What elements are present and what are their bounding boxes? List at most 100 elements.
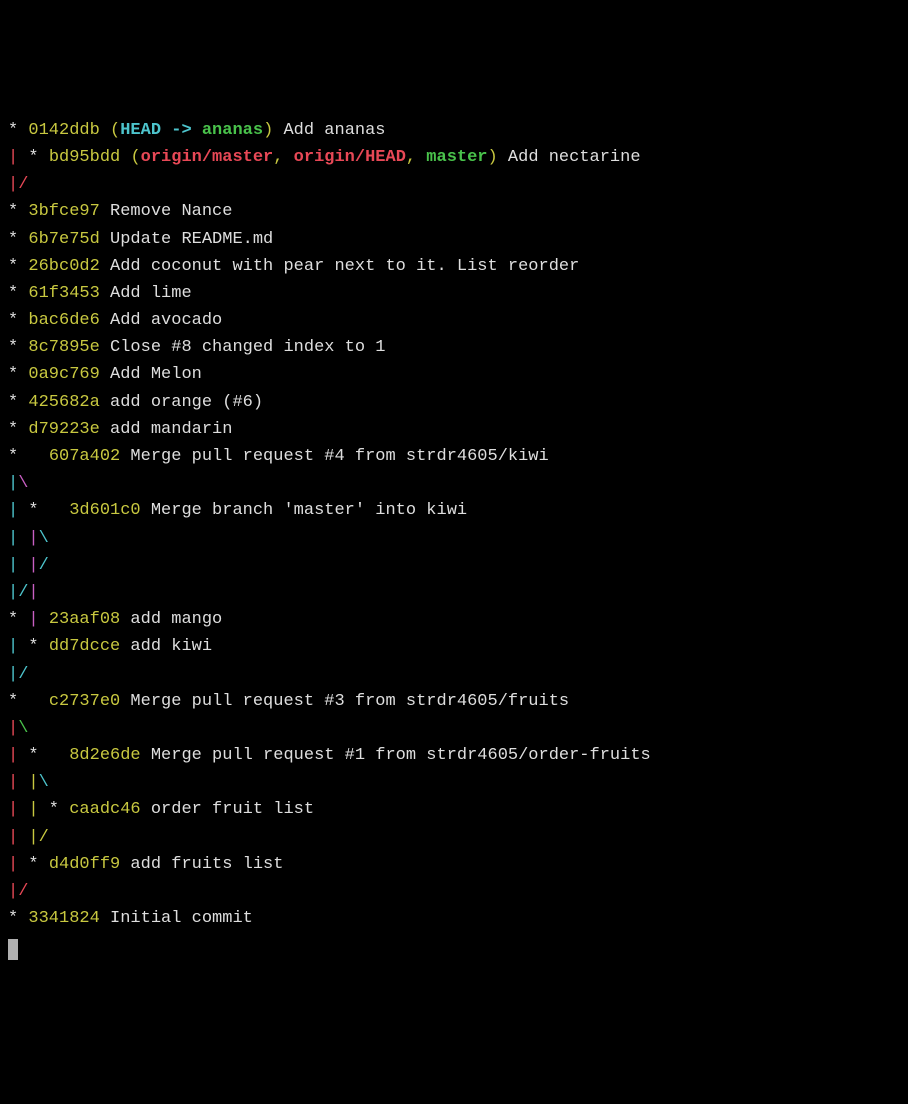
git-log-line: * 3341824 Initial commit [8,905,900,932]
git-log-segment: d4d0ff9 [49,855,120,874]
git-log-line: | * bd95bdd (origin/master, origin/HEAD,… [8,144,900,171]
git-log-segment [39,610,49,629]
git-log-segment: Close #8 changed index to 1 [100,338,386,357]
git-log-line: |/ [8,171,900,198]
git-log-line: | |/ [8,552,900,579]
git-log-segment [18,800,28,819]
git-log-line: | |\ [8,769,900,796]
git-log-segment: add mango [120,610,222,629]
git-log-segment: * [8,121,28,140]
git-log-segment: Add ananas [273,121,385,140]
git-log-segment: / [18,665,28,684]
git-log-segment: * [8,230,28,249]
git-log-segment: | [28,529,38,548]
git-log-segment: | [8,719,18,738]
git-log-segment: add orange (#6) [100,393,263,412]
git-log-segment: | [28,773,38,792]
git-log-segment: * [8,202,28,221]
git-log-segment [18,773,28,792]
git-log-segment: * [39,800,70,819]
git-log-segment: Update README.md [100,230,273,249]
git-log-segment: 3341824 [28,909,99,928]
git-log-line: | * dd7dcce add kiwi [8,633,900,660]
git-log-segment: 607a402 [49,447,120,466]
git-log-line: |\ [8,470,900,497]
git-log-segment: | [28,583,38,602]
git-log-segment: | [8,474,18,493]
git-log-segment: / [39,828,49,847]
git-log-line: | * d4d0ff9 add fruits list [8,851,900,878]
git-log-segment: 8c7895e [28,338,99,357]
git-log-segment: \ [39,529,49,548]
git-log-segment: 3d601c0 [69,501,140,520]
git-log-segment: \ [18,719,28,738]
git-log-segment: add mandarin [100,420,233,439]
git-log-segment: * [18,148,49,167]
git-log-segment: * [8,365,28,384]
git-log-graph: * 0142ddb (HEAD -> ananas) Add ananas| *… [8,117,900,960]
git-log-line: * | 23aaf08 add mango [8,606,900,633]
git-log-segment: * [18,855,49,874]
git-log-segment: * [8,692,49,711]
git-log-line: * 61f3453 Add lime [8,280,900,307]
git-log-segment: \ [39,773,49,792]
git-log-segment: | [28,828,38,847]
git-log-segment: 6b7e75d [28,230,99,249]
git-log-line: | * 8d2e6de Merge pull request #1 from s… [8,742,900,769]
git-log-line: |\ [8,715,900,742]
git-log-segment: ) [488,148,498,167]
git-log-segment: origin/HEAD [294,148,406,167]
git-log-segment: 425682a [28,393,99,412]
git-log-segment: , [273,148,293,167]
git-log-segment: * [8,311,28,330]
git-log-line: * 26bc0d2 Add coconut with pear next to … [8,253,900,280]
git-log-line: * 607a402 Merge pull request #4 from str… [8,443,900,470]
git-log-segment: d79223e [28,420,99,439]
git-log-segment: 26bc0d2 [28,257,99,276]
git-log-segment: Merge pull request #3 from strdr4605/fru… [120,692,569,711]
git-log-segment: / [18,583,28,602]
git-log-segment: bac6de6 [28,311,99,330]
git-log-segment: Initial commit [100,909,253,928]
git-log-segment: | [28,556,38,575]
git-log-line: * 425682a add orange (#6) [8,389,900,416]
git-log-segment: Merge pull request #4 from strdr4605/kiw… [120,447,548,466]
git-log-line: |/ [8,661,900,688]
git-log-line: |/| [8,579,900,606]
git-log-segment: | [8,148,18,167]
git-log-segment: add kiwi [120,637,212,656]
git-log-segment: | [8,773,18,792]
git-log-segment [18,828,28,847]
git-log-line: | |/ [8,824,900,851]
git-log-line: * c2737e0 Merge pull request #3 from str… [8,688,900,715]
git-log-segment: | [8,800,18,819]
git-log-segment: 23aaf08 [49,610,120,629]
git-log-segment: | [8,665,18,684]
git-log-segment: | [8,637,18,656]
git-log-segment: master [426,148,487,167]
git-log-segment: 0a9c769 [28,365,99,384]
git-log-line: |/ [8,878,900,905]
terminal-cursor [8,939,18,959]
git-log-segment: | [28,800,38,819]
git-log-line: * 0142ddb (HEAD -> ananas) Add ananas [8,117,900,144]
git-log-line: * 3bfce97 Remove Nance [8,198,900,225]
git-log-segment: 0142ddb [28,121,110,140]
git-log-line: * 0a9c769 Add Melon [8,361,900,388]
git-log-segment: * [8,420,28,439]
git-log-line: * bac6de6 Add avocado [8,307,900,334]
git-log-line: * 8c7895e Close #8 changed index to 1 [8,334,900,361]
git-log-segment: HEAD -> [120,121,202,140]
git-log-segment: * [8,257,28,276]
git-log-segment: * [18,637,49,656]
git-log-segment: * [18,746,69,765]
git-log-segment: c2737e0 [49,692,120,711]
git-log-segment: , [406,148,426,167]
git-log-segment: / [18,175,28,194]
git-log-segment: | [8,556,18,575]
git-log-segment: / [39,556,49,575]
git-log-segment: caadc46 [69,800,140,819]
git-log-segment: | [8,501,18,520]
git-log-segment: | [28,610,38,629]
git-log-segment [18,556,28,575]
